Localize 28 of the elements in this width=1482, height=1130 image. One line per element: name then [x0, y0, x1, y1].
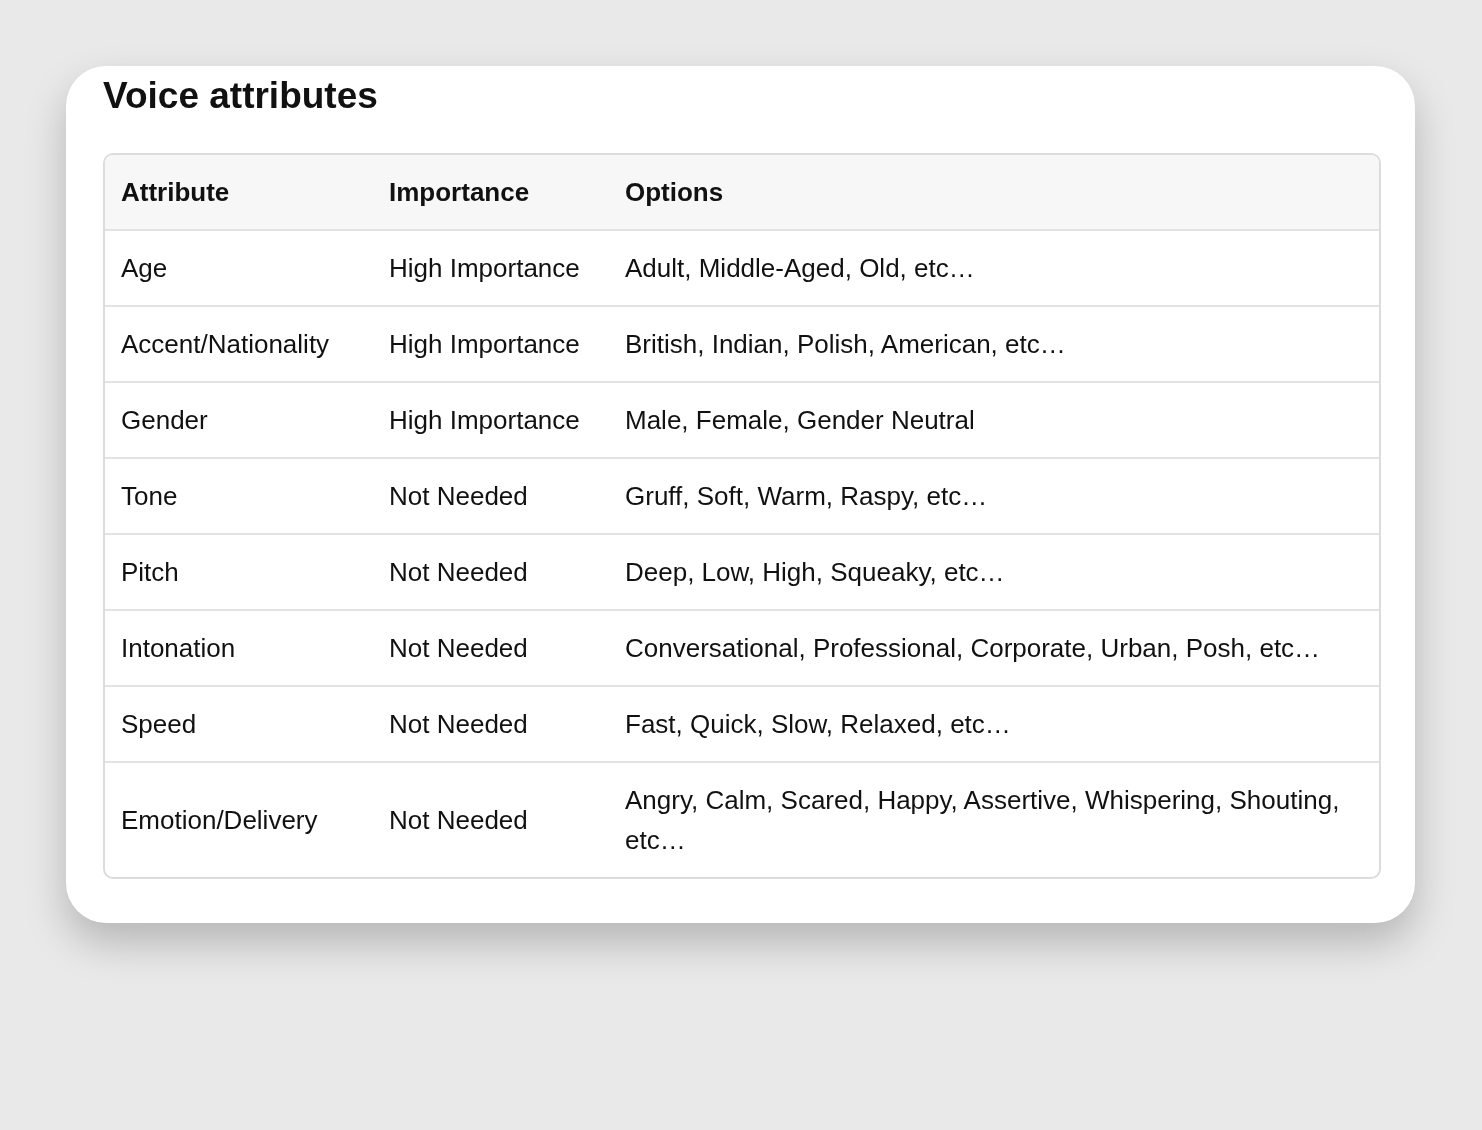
card-title: Voice attributes — [103, 74, 379, 118]
table-cell: Speed — [105, 686, 373, 762]
table-cell: Gruff, Soft, Warm, Raspy, etc… — [609, 458, 1379, 534]
table-cell: High Importance — [373, 306, 609, 382]
table-cell: High Importance — [373, 230, 609, 306]
table-cell: Not Needed — [373, 686, 609, 762]
table-cell: Intonation — [105, 610, 373, 686]
table-cell: Deep, Low, High, Squeaky, etc… — [609, 534, 1379, 610]
table-cell: Pitch — [105, 534, 373, 610]
column-header: Options — [609, 155, 1379, 230]
table-cell: Not Needed — [373, 610, 609, 686]
table-cell: Adult, Middle-Aged, Old, etc… — [609, 230, 1379, 306]
table-cell: Emotion/Delivery — [105, 762, 373, 877]
table-cell: Angry, Calm, Scared, Happy, Assertive, Whispering, Shouting, etc… — [609, 762, 1379, 877]
table-cell: Tone — [105, 458, 373, 534]
table-cell: High Importance — [373, 382, 609, 458]
table-cell: Gender — [105, 382, 373, 458]
table-cell: Age — [105, 230, 373, 306]
table-cell: Accent/Nationality — [105, 306, 373, 382]
table-cell: Not Needed — [373, 762, 609, 877]
table-cell: British, Indian, Polish, American, etc… — [609, 306, 1379, 382]
column-header: Attribute — [105, 155, 373, 230]
table-cell: Male, Female, Gender Neutral — [609, 382, 1379, 458]
table-cell: Conversational, Professional, Corporate, Urban, Posh, etc… — [609, 610, 1379, 686]
table-cell: Fast, Quick, Slow, Relaxed, etc… — [609, 686, 1379, 762]
column-header: Importance — [373, 155, 609, 230]
table-cell: Not Needed — [373, 458, 609, 534]
table-cell: Not Needed — [373, 534, 609, 610]
